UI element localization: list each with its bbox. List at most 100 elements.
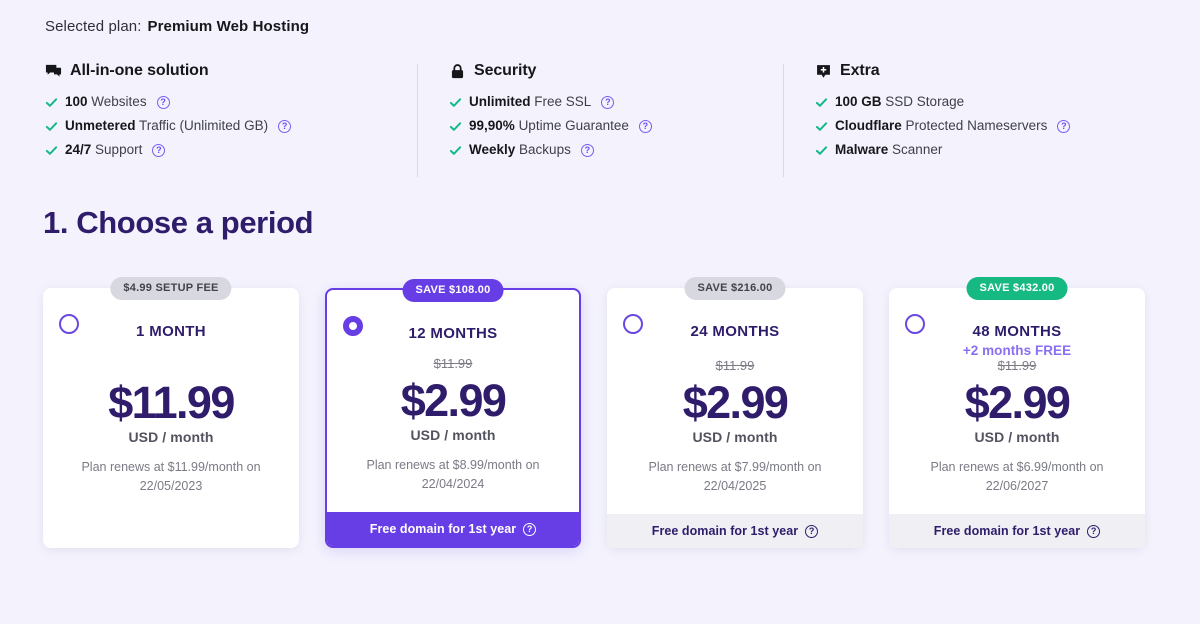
plan-footer-text: Free domain for 1st year — [369, 522, 517, 536]
feature-item: Malware Scanner — [815, 138, 1131, 162]
plan-badge: $4.99 SETUP FEE — [110, 277, 232, 300]
plan-footer[interactable]: Free domain for 1st year? — [327, 512, 579, 546]
plan-card-12-months[interactable]: SAVE $108.00 12 MONTHS $11.99 $2.99 USD / mo… — [325, 279, 581, 548]
plan-footer[interactable]: Free domain for 1st year? — [607, 514, 863, 548]
feature-columns: All-in-one solution 100 Websites? Unmetere… — [45, 62, 1155, 177]
plan-radio[interactable] — [905, 314, 925, 334]
feature-column-title: All-in-one solution — [70, 62, 209, 79]
check-icon — [449, 144, 462, 157]
feature-text: 24/7 Support — [65, 138, 142, 162]
feature-item: 24/7 Support? — [45, 138, 393, 162]
feature-text: Unmetered Traffic (Unlimited GB) — [65, 114, 268, 138]
help-icon[interactable]: ? — [638, 119, 652, 133]
feature-item: 99,90% Uptime Guarantee? — [449, 114, 759, 138]
help-icon[interactable]: ? — [278, 119, 292, 133]
check-icon — [45, 144, 58, 157]
feature-rest: Protected Nameservers — [905, 118, 1048, 133]
plan-old-price: $11.99 — [715, 358, 755, 373]
feature-highlight: 100 — [65, 94, 88, 109]
check-icon — [45, 120, 58, 133]
chat-bubble-icon — [45, 63, 62, 80]
plan-term: 48 MONTHS — [972, 323, 1062, 340]
plan-card-body: 24 MONTHS $11.99 $2.99 USD / month Plan rene… — [607, 288, 863, 498]
plan-footer[interactable]: Free domain for 1st year? — [889, 514, 1145, 548]
feature-highlight: 24/7 — [65, 142, 92, 157]
plan-card-1-month[interactable]: $4.99 SETUP FEE 1 MONTH $11.99 USD / month P… — [43, 277, 299, 548]
selected-plan-label: Selected plan: — [45, 18, 142, 35]
renewal-line-1: Plan renews at $11.99/month on — [81, 460, 261, 474]
feature-highlight: Unlimited — [469, 94, 531, 109]
feature-rest: Websites — [91, 94, 147, 109]
check-icon — [449, 96, 462, 109]
plan-price: $2.99 — [682, 377, 789, 428]
feature-item: Weekly Backups? — [449, 138, 759, 162]
feature-item: Cloudflare Protected Nameservers? — [815, 114, 1131, 138]
feature-text: Weekly Backups — [469, 138, 571, 162]
plan-footer-text: Free domain for 1st year — [651, 524, 799, 538]
feature-text: 99,90% Uptime Guarantee — [469, 114, 629, 138]
lock-icon — [449, 63, 466, 80]
plan-card-body: 48 MONTHS +2 months FREE $11.99 $2.99 USD / … — [889, 288, 1145, 498]
plan-badge: SAVE $108.00 — [402, 279, 504, 302]
plan-term: 12 MONTHS — [408, 325, 498, 342]
plan-card-body: 12 MONTHS $11.99 $2.99 USD / month Plan rene… — [327, 290, 579, 496]
selected-plan-line: Selected plan: Premium Web Hosting — [45, 18, 309, 35]
plan-card-body: 1 MONTH $11.99 USD / month Plan renews at $… — [43, 288, 299, 498]
pricing-period-page: Selected plan: Premium Web Hosting All-in… — [0, 0, 1200, 624]
plan-renewal-note: Plan renews at $11.99/month on 22/05/2023 — [57, 458, 285, 496]
page-title: 1. Choose a period — [43, 205, 314, 240]
plan-price: $11.99 — [108, 377, 235, 428]
plan-card-24-months[interactable]: SAVE $216.00 24 MONTHS $11.99 $2.99 USD / mo… — [607, 277, 863, 548]
feature-item: 100 GB SSD Storage — [815, 90, 1131, 114]
feature-item: Unlimited Free SSL? — [449, 90, 759, 114]
renewal-line-2: 22/04/2024 — [421, 477, 485, 491]
help-icon[interactable]: ? — [156, 95, 170, 109]
renewal-line-1: Plan renews at $8.99/month on — [366, 458, 540, 472]
help-icon[interactable]: ? — [601, 95, 615, 109]
plan-radio[interactable] — [343, 316, 363, 336]
plan-card-48-months[interactable]: SAVE $432.00 48 MONTHS +2 months FREE $11.9… — [889, 277, 1145, 548]
feature-highlight: Malware — [835, 142, 889, 157]
feature-text: Cloudflare Protected Nameservers — [835, 114, 1047, 138]
feature-highlight: Cloudflare — [835, 118, 902, 133]
feature-rest: Backups — [519, 142, 571, 157]
plan-price-unit: USD / month — [410, 427, 496, 443]
plan-old-price: $11.99 — [997, 358, 1037, 373]
help-icon[interactable]: ? — [152, 143, 166, 157]
plan-price-zone: $11.99 $2.99 USD / month Plan renews at $6.… — [903, 358, 1131, 498]
feature-rest: Scanner — [892, 142, 943, 157]
plan-renewal-note: Plan renews at $6.99/month on 22/06/2027 — [903, 458, 1131, 496]
feature-column-3: Extra 100 GB SSD Storage Cloudflare Protec… — [783, 62, 1155, 177]
help-icon[interactable]: ? — [1087, 524, 1101, 538]
plan-footer-text: Free domain for 1st year — [933, 524, 1081, 538]
help-icon[interactable]: ? — [580, 143, 594, 157]
feature-highlight: 99,90% — [469, 118, 515, 133]
plan-radio[interactable] — [59, 314, 79, 334]
plan-price-unit: USD / month — [974, 429, 1060, 445]
plan-renewal-note: Plan renews at $8.99/month on 22/04/2024 — [341, 456, 565, 494]
plan-price-zone: $11.99 $2.99 USD / month Plan renews at $7.… — [621, 358, 849, 498]
plan-price: $2.99 — [964, 377, 1071, 428]
plan-price-zone: $11.99 USD / month Plan renews at $11.99/m… — [57, 358, 285, 498]
feature-rest: SSD Storage — [885, 94, 965, 109]
selected-plan-value: Premium Web Hosting — [147, 18, 310, 35]
plan-card-list: $4.99 SETUP FEE 1 MONTH $11.99 USD / month P… — [43, 277, 1157, 548]
plan-term: 24 MONTHS — [690, 323, 780, 340]
feature-rest: Support — [95, 142, 143, 157]
help-icon[interactable]: ? — [1057, 119, 1071, 133]
feature-column-1: All-in-one solution 100 Websites? Unmetere… — [45, 62, 417, 162]
plan-radio[interactable] — [623, 314, 643, 334]
help-icon[interactable]: ? — [805, 524, 819, 538]
feature-highlight: Unmetered — [65, 118, 136, 133]
renewal-line-2: 22/05/2023 — [139, 479, 203, 493]
check-icon — [815, 120, 828, 133]
feature-text: 100 GB SSD Storage — [835, 90, 964, 114]
feature-highlight: 100 GB — [835, 94, 882, 109]
feature-column-title: Security — [474, 62, 537, 79]
plan-badge: SAVE $432.00 — [966, 277, 1068, 300]
renewal-line-2: 22/04/2025 — [703, 479, 767, 493]
feature-column-header: All-in-one solution — [45, 62, 393, 80]
help-icon[interactable]: ? — [523, 522, 537, 536]
feature-list: Unlimited Free SSL? 99,90% Uptime Guarant… — [449, 90, 759, 162]
plan-term: 1 MONTH — [136, 323, 206, 340]
